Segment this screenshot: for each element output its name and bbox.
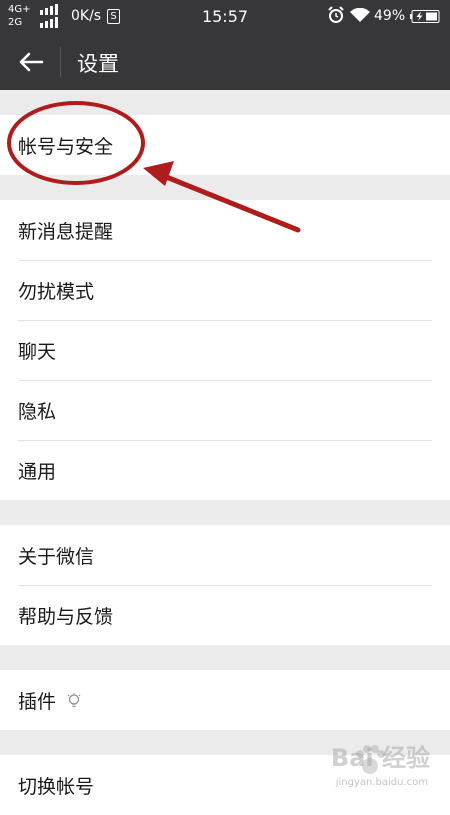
battery-icon bbox=[410, 10, 440, 23]
settings-item-help-feedback[interactable]: 帮助与反馈 bbox=[0, 585, 450, 645]
settings-item-label: 聊天 bbox=[18, 341, 57, 363]
page-title: 设置 bbox=[77, 52, 119, 76]
settings-item-do-not-disturb[interactable]: 勿扰模式 bbox=[0, 260, 450, 320]
settings-item-label: 新消息提醒 bbox=[18, 221, 114, 243]
settings-item-about[interactable]: 关于微信 bbox=[0, 525, 450, 585]
settings-item-privacy[interactable]: 隐私 bbox=[0, 380, 450, 440]
settings-item-label: 帐号与安全 bbox=[18, 136, 114, 158]
alarm-icon bbox=[328, 6, 344, 23]
settings-list: 帐号与安全 新消息提醒 勿扰模式 聊天 隐私 通用 关于微信 帮助与反馈 插件 bbox=[0, 90, 450, 815]
settings-group-about: 关于微信 帮助与反馈 bbox=[0, 525, 450, 645]
settings-item-label: 帮助与反馈 bbox=[18, 606, 114, 628]
back-button[interactable] bbox=[12, 47, 48, 77]
battery-percent: 49% bbox=[374, 8, 406, 24]
settings-item-label: 勿扰模式 bbox=[18, 281, 95, 303]
settings-item-label: 通用 bbox=[18, 461, 57, 483]
back-arrow-icon bbox=[19, 52, 44, 72]
settings-item-label: 关于微信 bbox=[18, 546, 95, 568]
settings-item-general[interactable]: 通用 bbox=[0, 440, 450, 500]
title-bar: 设置 bbox=[0, 33, 450, 90]
settings-item-notifications[interactable]: 新消息提醒 bbox=[0, 200, 450, 260]
title-divider bbox=[60, 47, 61, 77]
settings-group-plugins: 插件 bbox=[0, 670, 450, 730]
status-bar: 4G+ 2G 0K/s S 15:57 49% bbox=[0, 0, 450, 33]
watermark-url: jingyan.baidu.com bbox=[335, 777, 428, 788]
watermark-text: Bai 经验 bbox=[330, 744, 430, 772]
settings-item-account-security[interactable]: 帐号与安全 bbox=[0, 115, 450, 175]
settings-group-account: 帐号与安全 bbox=[0, 115, 450, 175]
settings-item-label: 隐私 bbox=[18, 401, 57, 423]
settings-group-main: 新消息提醒 勿扰模式 聊天 隐私 通用 bbox=[0, 200, 450, 500]
settings-item-plugins[interactable]: 插件 bbox=[0, 670, 450, 730]
wifi-icon bbox=[350, 8, 370, 22]
settings-item-label: 插件 bbox=[18, 691, 57, 713]
lightbulb-icon bbox=[67, 693, 81, 708]
settings-item-chat[interactable]: 聊天 bbox=[0, 320, 450, 380]
settings-item-label: 切换帐号 bbox=[18, 776, 95, 798]
